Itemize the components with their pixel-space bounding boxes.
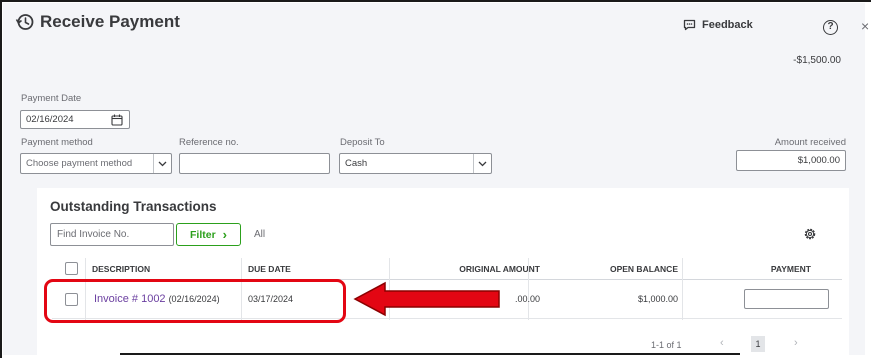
balance-amount: -$1,500.00: [793, 55, 841, 66]
open-balance-cell: $1,000.00: [637, 294, 678, 304]
filter-button[interactable]: Filter ›: [176, 223, 241, 246]
outstanding-transactions-card: Outstanding Transactions Find Invoice No…: [37, 188, 849, 355]
feedback-icon: [683, 19, 696, 31]
pagination-current-page[interactable]: 1: [751, 336, 765, 352]
payment-date-value: 02/16/2024: [26, 114, 74, 125]
pagination-range: 1-1 of 1: [651, 340, 682, 350]
help-icon[interactable]: ?: [823, 20, 838, 35]
payment-date-field[interactable]: 02/16/2024: [20, 110, 130, 129]
pagination-prev-icon[interactable]: ‹: [720, 337, 724, 349]
bottom-border: [120, 353, 740, 355]
page-title: Receive Payment: [40, 12, 180, 31]
find-invoice-input[interactable]: Find Invoice No.: [50, 223, 174, 246]
pagination-next-icon[interactable]: ›: [794, 337, 798, 349]
feedback-label: Feedback: [702, 19, 753, 31]
original-amount-cell: .00.00: [514, 294, 540, 304]
chevron-right-icon: ›: [222, 226, 227, 242]
amount-received-value: $1,000.00: [797, 155, 840, 166]
table-header: DESCRIPTION DUE DATE ORIGINAL AMOUNT OPE…: [52, 258, 842, 280]
close-icon[interactable]: ×: [861, 18, 869, 34]
amount-received-input[interactable]: $1,000.00: [736, 150, 846, 171]
reference-no-label: Reference no.: [179, 137, 239, 148]
column-description[interactable]: DESCRIPTION: [92, 264, 150, 274]
filter-all-label[interactable]: All: [254, 229, 265, 240]
title-row: Receive Payment: [15, 12, 180, 32]
payment-method-placeholder: Choose payment method: [26, 158, 133, 169]
left-arrow-annotation: [353, 281, 500, 317]
chevron-down-icon: [153, 154, 171, 173]
chevron-down-icon: [473, 154, 491, 173]
deposit-to-label: Deposit To: [340, 137, 385, 148]
feedback-button[interactable]: Feedback: [683, 19, 753, 31]
column-payment[interactable]: PAYMENT: [771, 264, 811, 274]
payment-date-label: Payment Date: [21, 93, 82, 104]
deposit-to-select[interactable]: Cash: [339, 153, 492, 174]
annotation-highlight-box: [44, 279, 346, 323]
filter-label: Filter: [189, 228, 216, 241]
payment-input[interactable]: [744, 289, 829, 309]
deposit-to-value: Cash: [345, 158, 368, 169]
select-all-checkbox[interactable]: [65, 262, 78, 275]
reference-no-input[interactable]: [179, 153, 330, 174]
history-icon[interactable]: [15, 12, 35, 32]
calendar-icon[interactable]: [111, 114, 123, 126]
find-invoice-placeholder: Find Invoice No.: [57, 229, 130, 240]
column-due-date[interactable]: DUE DATE: [248, 264, 291, 274]
gear-icon[interactable]: [803, 227, 817, 241]
payment-method-select[interactable]: Choose payment method: [20, 153, 172, 174]
column-open-balance[interactable]: OPEN BALANCE: [610, 264, 678, 274]
amount-received-label: Amount received: [774, 137, 846, 148]
payment-method-label: Payment method: [21, 137, 93, 148]
outstanding-transactions-title: Outstanding Transactions: [50, 199, 217, 214]
